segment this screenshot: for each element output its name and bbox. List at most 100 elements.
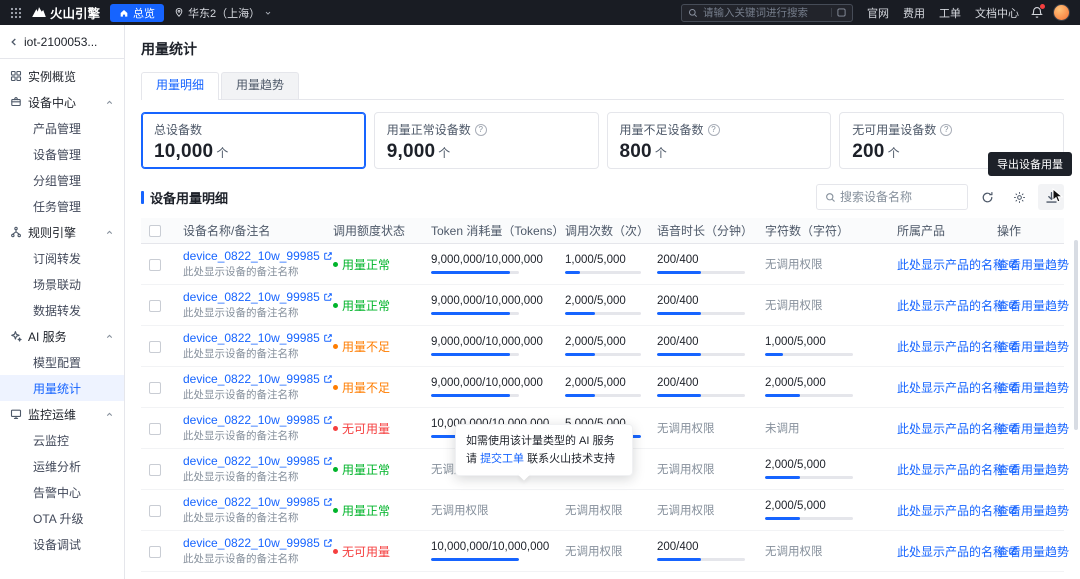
search-icon [825, 192, 836, 203]
view-usage-trend-link[interactable]: 查看用量趋势 [997, 502, 1069, 519]
device-name-link[interactable]: device_0822_10w_99985 [183, 536, 333, 550]
device-remark: 此处显示设备的备注名称 [183, 307, 299, 319]
sidebar-item-cloud-monitor[interactable]: 云监控 [0, 427, 124, 453]
device-name-link[interactable]: device_0822_10w_99985 [183, 413, 333, 427]
usage-text: 无调用权限 [657, 464, 715, 476]
sidebar-item-alarm-center[interactable]: 告警中心 [0, 479, 124, 505]
row-checkbox[interactable] [149, 299, 161, 312]
topbar-link-docs-center[interactable]: 文档中心 [975, 5, 1019, 21]
device-name-link[interactable]: device_0822_10w_99985 [183, 372, 333, 386]
external-link-icon [323, 456, 333, 466]
page-title: 用量统计 [141, 41, 197, 57]
usage-progress-bar [657, 558, 745, 561]
row-checkbox[interactable] [149, 258, 161, 271]
stat-card-1[interactable]: 总设备数 10,000 个 [141, 112, 366, 169]
usage-progress-bar [565, 312, 641, 315]
external-link-icon [323, 538, 333, 548]
device-search-input[interactable] [840, 190, 959, 204]
topbar-link-billing[interactable]: 费用 [903, 5, 925, 21]
sidebar-item-scene-linkage[interactable]: 场景联动 [0, 271, 124, 297]
sidebar-item-monitor-ops[interactable]: 监控运维 [0, 401, 124, 427]
volcengine-logo[interactable]: 火山引擎 [32, 3, 100, 22]
stat-card-unit: 个 [887, 146, 900, 160]
back-chevron-icon [11, 38, 16, 45]
apps-grid-icon[interactable] [10, 7, 22, 19]
info-icon[interactable]: ? [940, 123, 953, 136]
view-usage-trend-link[interactable]: 查看用量趋势 [997, 420, 1069, 437]
sidebar-item-ops-analysis[interactable]: 运维分析 [0, 453, 124, 479]
topbar-link-official-site[interactable]: 官网 [867, 5, 889, 21]
stat-card-2[interactable]: 用量正常设备数? 9,000 个 [373, 112, 599, 169]
view-usage-trend-link[interactable]: 查看用量趋势 [997, 297, 1069, 314]
chevron-up-icon [105, 228, 114, 237]
sidebar-item-device-center[interactable]: 设备中心 [0, 89, 124, 115]
flame-icon [32, 6, 46, 19]
sidebar-item-model-config[interactable]: 模型配置 [0, 349, 124, 375]
user-avatar[interactable] [1053, 4, 1070, 21]
usage-value: 2,000/5,000 [565, 377, 626, 389]
usage-value: 200/400 [657, 541, 699, 553]
topbar-search-input[interactable] [703, 6, 826, 19]
view-usage-trend-link[interactable]: 查看用量趋势 [997, 256, 1069, 273]
info-icon[interactable]: ? [707, 123, 720, 136]
sidebar-item-ota-upgrade[interactable]: OTA 升级 [0, 505, 124, 531]
sidebar-item-data-forwarding[interactable]: 数据转发 [0, 297, 124, 323]
info-icon[interactable]: ? [474, 123, 487, 136]
table-row: device_0822_10w_99985 此处显示设备的备注名称 用量正常 9,00… [141, 243, 1069, 285]
sidebar-item-usage-statistics[interactable]: 用量统计 [0, 375, 124, 401]
row-checkbox[interactable] [149, 504, 161, 517]
overview-nav-button[interactable]: 总览 [110, 3, 165, 22]
external-link-icon [323, 251, 333, 261]
usage-value: 2,000/5,000 [765, 459, 826, 471]
sidebar-item-ai-service[interactable]: AI 服务 [0, 323, 124, 349]
sidebar-item-rules-engine[interactable]: 规则引擎 [0, 219, 124, 245]
usage-progress-bar [765, 517, 853, 520]
device-name-link[interactable]: device_0822_10w_99985 [183, 331, 333, 345]
view-usage-trend-link[interactable]: 查看用量趋势 [997, 461, 1069, 478]
device-search[interactable] [816, 184, 968, 210]
region-selector[interactable]: 华东2（上海） [174, 5, 272, 21]
topbar-link-ticket[interactable]: 工单 [939, 5, 961, 21]
sidebar-item-instance-overview[interactable]: 实例概览 [0, 63, 124, 89]
usage-progress-bar [657, 394, 745, 397]
tab-usage-trend[interactable]: 用量趋势 [221, 72, 300, 99]
stat-card-3[interactable]: 用量不足设备数? 800 个 [606, 112, 832, 169]
row-checkbox[interactable] [149, 545, 161, 558]
view-usage-trend-link[interactable]: 查看用量趋势 [997, 543, 1069, 560]
sidebar-item-device-debug[interactable]: 设备调试 [0, 531, 124, 557]
topbar-search[interactable] [681, 3, 853, 22]
row-checkbox[interactable] [149, 340, 161, 353]
sidebar-item-product-management[interactable]: 产品管理 [0, 115, 124, 141]
device-name-link[interactable]: device_0822_10w_99985 [183, 495, 333, 509]
view-usage-trend-link[interactable]: 查看用量趋势 [997, 379, 1069, 396]
tab-usage-detail[interactable]: 用量明细 [141, 72, 220, 100]
column-settings-button[interactable] [1006, 184, 1032, 210]
notifications-bell-icon[interactable] [1031, 4, 1045, 19]
view-usage-trend-link[interactable]: 查看用量趋势 [997, 338, 1069, 355]
device-name-link[interactable]: device_0822_10w_99985 [183, 454, 333, 468]
submit-ticket-link[interactable]: 提交工单 [480, 453, 524, 465]
device-remark: 此处显示设备的备注名称 [183, 348, 299, 360]
topbar: 火山引擎 总览 华东2（上海） 官网费用工单 [0, 0, 1080, 25]
table-row: device_0822_10w_99985 此处显示设备的备注名称 用量正常 无调用权… [141, 489, 1069, 531]
export-download-button[interactable] [1038, 184, 1064, 210]
row-checkbox[interactable] [149, 422, 161, 435]
row-checkbox[interactable] [149, 381, 161, 394]
stat-card-value: 200 [852, 141, 885, 162]
device-name-link[interactable]: device_0822_10w_99985 [183, 290, 333, 304]
select-all-checkbox[interactable] [149, 225, 161, 238]
usage-progress-bar [431, 558, 519, 561]
vertical-scrollbar[interactable] [1074, 240, 1078, 430]
sidebar-item-group-management[interactable]: 分组管理 [0, 167, 124, 193]
refresh-button[interactable] [974, 184, 1000, 210]
sidebar-item-task-management[interactable]: 任务管理 [0, 193, 124, 219]
sidebar-item-device-management[interactable]: 设备管理 [0, 141, 124, 167]
row-checkbox[interactable] [149, 463, 161, 476]
usage-progress-bar [565, 353, 641, 356]
sidebar-item-subscription-forwarding[interactable]: 订阅转发 [0, 245, 124, 271]
device-name-link[interactable]: device_0822_10w_99985 [183, 249, 333, 263]
usage-progress-bar [765, 476, 853, 479]
instance-switcher[interactable]: iot-2100053... [0, 25, 124, 59]
usage-value: 9,000,000/10,000,000 [431, 377, 543, 389]
usage-progress-bar [657, 271, 745, 274]
